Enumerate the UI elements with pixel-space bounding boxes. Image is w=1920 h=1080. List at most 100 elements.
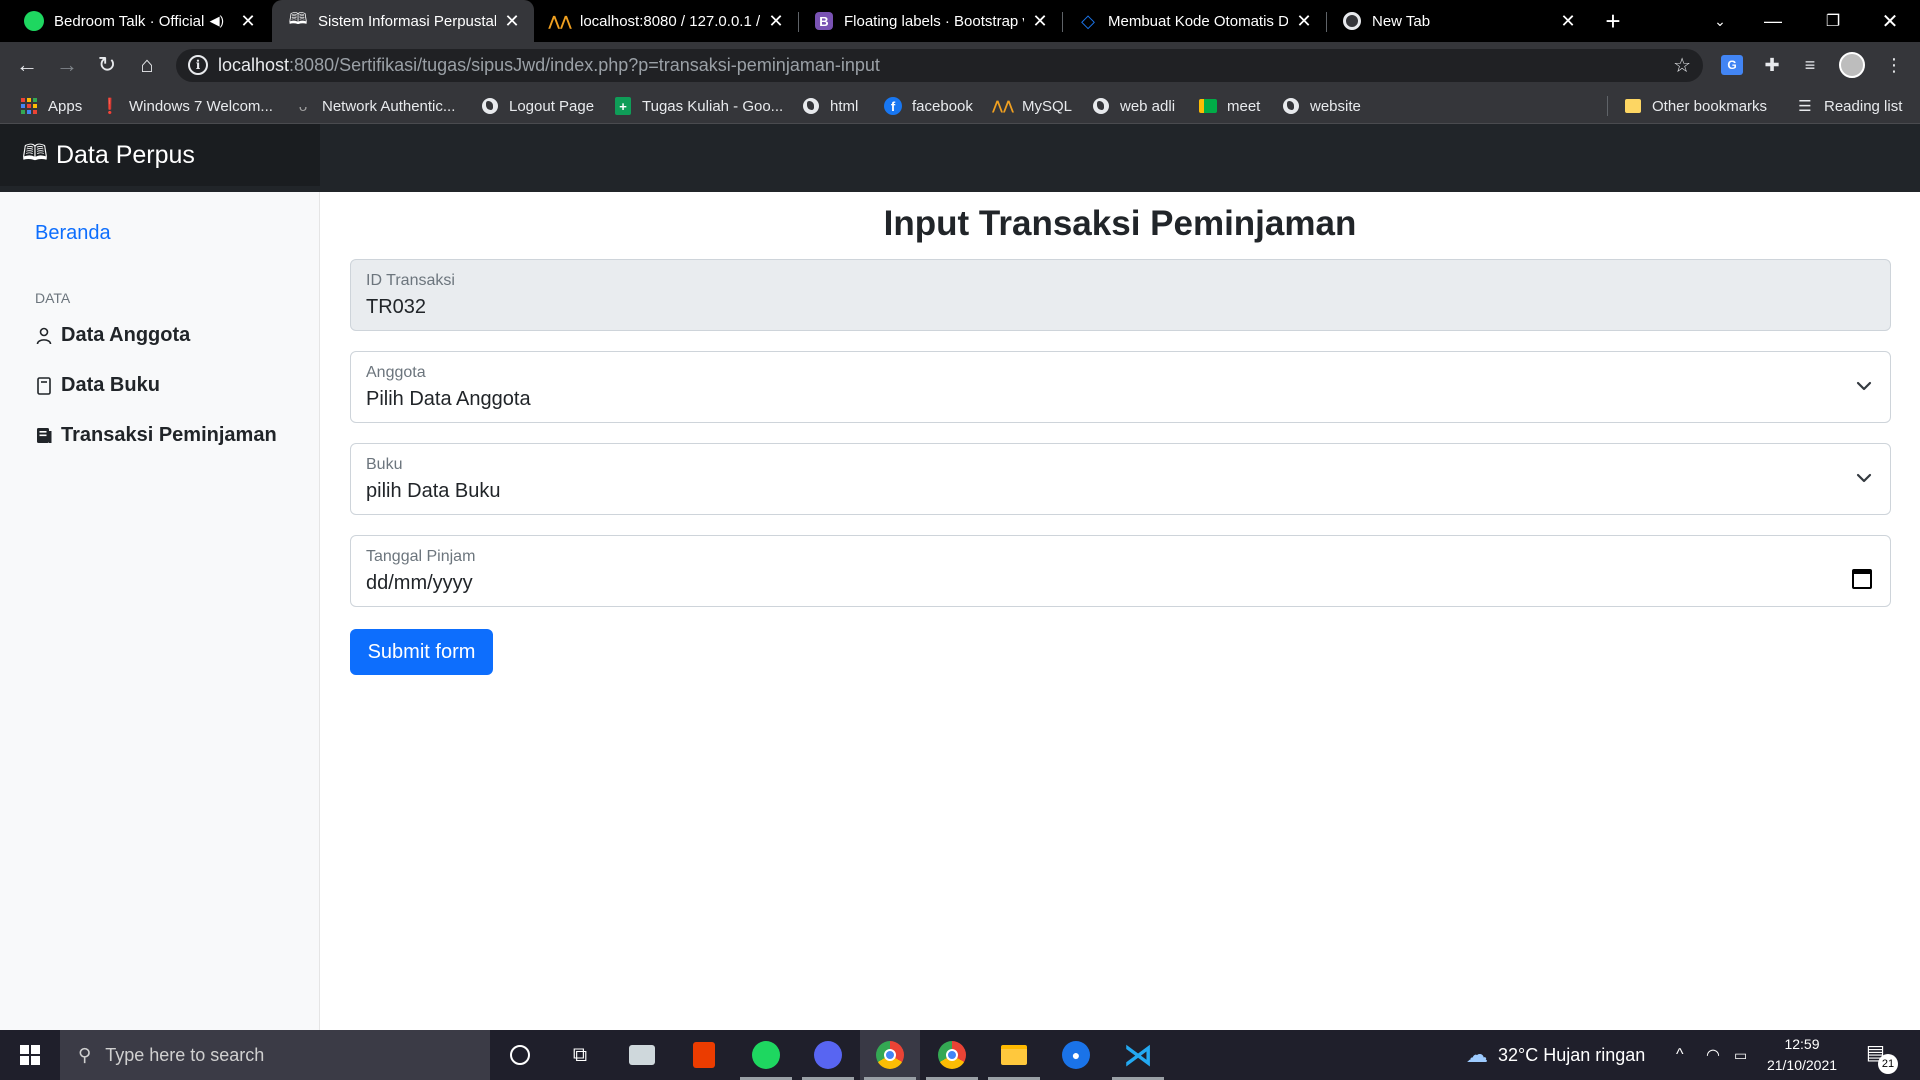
- tab-title: Sistem Informasi Perpustakaan: [318, 12, 496, 30]
- tab-title: Membuat Kode Otomatis Di: [1108, 12, 1288, 30]
- bookmark-website[interactable]: website: [1282, 88, 1361, 124]
- brand-link[interactable]: 🕮 Data Perpus: [0, 124, 320, 186]
- bookmark-web-adli[interactable]: web adli: [1092, 88, 1175, 124]
- sidebar-item-data-buku[interactable]: Data Buku: [35, 374, 160, 397]
- clock-date: 21/10/2021: [1766, 1057, 1838, 1073]
- search-placeholder: Type here to search: [105, 1044, 265, 1065]
- anggota-select[interactable]: Anggota Pilih Data Anggota: [350, 351, 1891, 423]
- maps-icon[interactable]: ●: [1046, 1030, 1106, 1080]
- file-explorer-icon[interactable]: [984, 1030, 1044, 1080]
- clock[interactable]: 12:59 21/10/2021: [1756, 1034, 1848, 1076]
- tab-sistem-informasi[interactable]: 🕮 Sistem Informasi Perpustakaan ✕: [272, 0, 534, 42]
- tab-search-button[interactable]: ⌄: [1690, 0, 1750, 42]
- bookmark-windows7[interactable]: ❗ Windows 7 Welcom...: [101, 88, 273, 124]
- submit-button[interactable]: Submit form: [350, 629, 493, 675]
- start-button[interactable]: [0, 1030, 60, 1080]
- tanggal-pinjam-input[interactable]: Tanggal Pinjam dd/mm/yyyy: [350, 535, 1891, 607]
- bookmark-html[interactable]: html: [802, 88, 858, 124]
- spotify-icon[interactable]: [736, 1030, 796, 1080]
- vscode-icon[interactable]: ⋊: [1108, 1030, 1168, 1080]
- reload-button[interactable]: ↻: [92, 50, 122, 80]
- close-icon[interactable]: ✕: [502, 11, 522, 31]
- calendar-icon[interactable]: [1852, 569, 1872, 589]
- app-navbar: 🕮 Data Perpus: [0, 124, 1920, 192]
- back-button[interactable]: ←: [12, 50, 42, 80]
- bookmark-label: Apps: [48, 97, 83, 115]
- bookmark-tugas-kuliah[interactable]: + Tugas Kuliah - Goo...: [614, 88, 783, 124]
- window-close-button[interactable]: ✕: [1860, 0, 1920, 42]
- close-icon[interactable]: ✕: [1030, 11, 1050, 31]
- task-view-icon[interactable]: ⧉: [550, 1030, 610, 1080]
- translate-extension-icon[interactable]: G: [1718, 51, 1746, 79]
- battery-icon[interactable]: ▭: [1734, 1030, 1747, 1080]
- buku-select[interactable]: Buku pilih Data Buku: [350, 443, 1891, 515]
- id-transaksi-label: ID Transaksi: [366, 272, 455, 289]
- bookmarks-bar: Apps ❗ Windows 7 Welcom... ᴗ Network Aut…: [0, 88, 1920, 124]
- tab-spotify[interactable]: Bedroom Talk · Official ◀) ✕: [0, 0, 270, 42]
- bookmark-facebook[interactable]: f facebook: [884, 88, 973, 124]
- tab-bootstrap[interactable]: B Floating labels · Bootstrap v5 ✕: [800, 0, 1062, 42]
- spotify-icon: [24, 11, 44, 31]
- buku-label: Buku: [366, 456, 403, 473]
- weather-widget[interactable]: ☁ 32°C Hujan ringan: [1466, 1030, 1645, 1080]
- chrome-menu-icon[interactable]: ⋮: [1880, 51, 1908, 79]
- bookmark-star-icon[interactable]: ☆: [1673, 53, 1691, 78]
- network-icon: ᴗ: [298, 97, 308, 115]
- tab-separator: [798, 12, 799, 32]
- extensions-puzzle-icon[interactable]: ✚: [1758, 51, 1786, 79]
- home-button[interactable]: ⌂: [132, 50, 162, 80]
- facebook-icon: f: [884, 97, 902, 115]
- minimize-button[interactable]: —: [1743, 0, 1803, 42]
- office-icon[interactable]: [674, 1030, 734, 1080]
- tab-membuat-kode[interactable]: ◇ Membuat Kode Otomatis Di ✕: [1064, 0, 1326, 42]
- clock-time: 12:59: [1784, 1036, 1820, 1052]
- tanggal-pinjam-label: Tanggal Pinjam: [366, 548, 476, 565]
- tab-title: Bedroom Talk · Official: [54, 12, 205, 30]
- close-icon[interactable]: ✕: [238, 11, 258, 31]
- id-transaksi-field[interactable]: ID Transaksi TR032: [350, 259, 1891, 331]
- bookmark-network[interactable]: ᴗ Network Authentic...: [294, 88, 456, 124]
- tab-title: Floating labels · Bootstrap v5: [844, 12, 1024, 30]
- bookmark-meet[interactable]: meet: [1199, 88, 1260, 124]
- close-icon[interactable]: ✕: [1558, 11, 1578, 31]
- wifi-icon: ❗: [100, 98, 120, 115]
- forward-button[interactable]: →: [52, 50, 82, 80]
- cortana-icon[interactable]: [490, 1030, 550, 1080]
- new-tab-button[interactable]: +: [1598, 6, 1628, 36]
- wifi-icon[interactable]: ◠: [1706, 1030, 1720, 1080]
- tab-title: localhost:8080 / 127.0.0.1 /: [580, 12, 760, 30]
- sidebar-item-transaksi-peminjaman[interactable]: Transaksi Peminjaman: [35, 424, 277, 447]
- chrome-icon[interactable]: [860, 1030, 920, 1080]
- snipping-tool-icon[interactable]: [612, 1030, 672, 1080]
- sidebar-item-beranda[interactable]: Beranda: [35, 222, 111, 245]
- tab-new-tab[interactable]: New Tab ✕: [1328, 0, 1590, 42]
- close-icon[interactable]: ✕: [766, 11, 786, 31]
- phpmyadmin-icon: ⋀⋀: [548, 12, 572, 29]
- other-bookmarks[interactable]: Other bookmarks: [1624, 88, 1767, 124]
- id-transaksi-value: TR032: [366, 296, 427, 318]
- bookmark-apps[interactable]: Apps: [20, 88, 82, 124]
- tab-phpmyadmin[interactable]: ⋀⋀ localhost:8080 / 127.0.0.1 / ✕: [536, 0, 798, 42]
- chrome-profile-icon[interactable]: [922, 1030, 982, 1080]
- reading-list[interactable]: ☰ Reading list: [1796, 88, 1902, 124]
- bookmark-logout[interactable]: Logout Page: [481, 88, 594, 124]
- folder-icon: [1624, 97, 1642, 115]
- bootstrap-icon: B: [814, 11, 834, 31]
- site-info-icon[interactable]: i: [188, 55, 208, 75]
- speaker-icon[interactable]: ◀): [210, 13, 224, 29]
- address-url[interactable]: localhost:8080/Sertifikasi/tugas/sipusJw…: [218, 55, 880, 76]
- address-bar[interactable]: i localhost:8080/Sertifikasi/tugas/sipus…: [176, 49, 1703, 82]
- media-control-icon[interactable]: ≡: [1796, 51, 1824, 79]
- sidebar-item-data-anggota[interactable]: Data Anggota: [35, 324, 190, 347]
- show-hidden-icons-button[interactable]: ^: [1676, 1030, 1684, 1080]
- profile-avatar[interactable]: [1838, 51, 1866, 79]
- taskbar-search-box[interactable]: ⚲ Type here to search: [60, 1030, 490, 1080]
- weather-text: 32°C Hujan ringan: [1498, 1044, 1646, 1065]
- bookmark-mysql[interactable]: ⋀⋀ MySQL: [992, 88, 1072, 124]
- bookmark-label: web adli: [1120, 97, 1176, 115]
- discord-icon[interactable]: [798, 1030, 858, 1080]
- restore-button[interactable]: ❐: [1803, 0, 1863, 42]
- notification-center-button[interactable]: ▤ 21: [1866, 1040, 1898, 1074]
- close-icon[interactable]: ✕: [1294, 11, 1314, 31]
- page-title: Input Transaksi Peminjaman: [883, 204, 1357, 243]
